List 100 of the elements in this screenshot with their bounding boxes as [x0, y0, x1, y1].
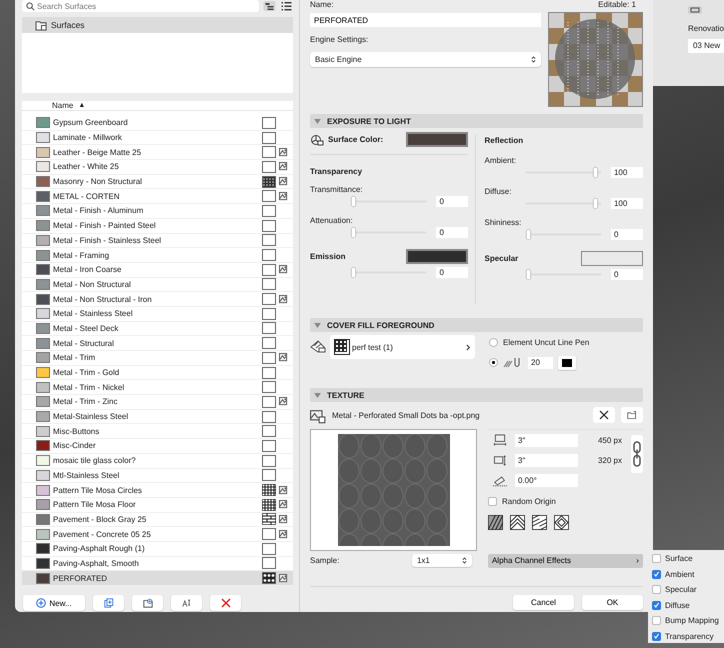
surface-row[interactable]: METAL - CORTEN	[22, 189, 293, 204]
surface-row[interactable]: Misc-Cinder	[22, 439, 293, 454]
slider-thumb[interactable]	[351, 196, 356, 206]
surface-row[interactable]: Pavement - Concrete 05 25	[22, 527, 293, 542]
surface-row[interactable]: Mtl-Stainless Steel	[22, 468, 293, 484]
surface-row[interactable]: Metal - Trim - Zinc	[22, 395, 293, 410]
radio-button[interactable]	[489, 338, 498, 347]
value-field[interactable]: 0	[610, 268, 643, 280]
surface-row[interactable]: Metal - Trim - Gold	[22, 366, 293, 380]
surface-row[interactable]: Metal - Non Structural - Iron	[22, 292, 293, 307]
checkbox[interactable]	[652, 554, 661, 564]
delete-button[interactable]	[210, 595, 241, 611]
surface-row[interactable]: mosaic tile glass color?	[22, 454, 293, 468]
alpha-channel-button[interactable]: Alpha Channel Effects ›	[488, 554, 643, 568]
column-header[interactable]: Name	[52, 101, 74, 110]
open-texture-button[interactable]	[620, 407, 643, 423]
checkbox[interactable]	[652, 570, 661, 579]
engine-select[interactable]: Basic Engine	[310, 52, 541, 67]
surface-color-button[interactable]	[406, 132, 468, 147]
surface-row[interactable]: Metal - Finish - Stainless Steel	[22, 234, 293, 248]
angle-field[interactable]: 0.00°	[515, 474, 578, 487]
dialog-button[interactable]: Cancel	[512, 595, 574, 610]
mirror-option-icon[interactable]	[554, 515, 569, 530]
value-field[interactable]: 0	[610, 228, 643, 240]
surface-row[interactable]: Leather - Beige Matte 25	[22, 145, 293, 160]
text-cursor-icon	[182, 598, 192, 608]
surface-row[interactable]: Metal - Steel Deck	[22, 322, 293, 336]
surface-row[interactable]: Pattern Tile Mosa Floor	[22, 498, 293, 513]
surface-row[interactable]: Paving-Asphalt Rough (1)	[22, 542, 293, 557]
checkbox[interactable]	[652, 585, 661, 594]
mirror-option-icon[interactable]	[510, 515, 525, 530]
surface-row[interactable]: Metal - Finish - Aluminum	[22, 204, 293, 219]
mirror-option-icon[interactable]	[488, 515, 503, 530]
name-field[interactable]: PERFORATED	[310, 13, 541, 27]
value-field[interactable]: 0	[436, 226, 468, 238]
rename-button[interactable]	[171, 595, 202, 611]
height-field[interactable]: 3"	[515, 454, 578, 467]
sample-select[interactable]: 1x1	[412, 554, 472, 567]
pen-number-field[interactable]: 20	[528, 356, 553, 368]
emission-color-button[interactable]	[406, 249, 468, 264]
surface-row[interactable]: Metal - Trim	[22, 351, 293, 366]
surface-row[interactable]: Pavement - Block Gray 25	[22, 512, 293, 528]
menu-item[interactable]: Bump Mapping	[652, 614, 724, 628]
import-button[interactable]	[132, 595, 163, 611]
section-header[interactable]: TEXTURE	[310, 388, 643, 402]
surface-row[interactable]: Misc-Buttons	[22, 424, 293, 440]
duplicate-button[interactable]	[93, 595, 124, 611]
slider-thumb[interactable]	[351, 266, 356, 278]
surface-row[interactable]: Metal - Finish - Painted Steel	[22, 218, 293, 234]
surface-row[interactable]: Metal - Framing	[22, 248, 293, 263]
value-field[interactable]: 0	[436, 196, 468, 206]
mirror-option-icon[interactable]	[532, 515, 547, 530]
slider-thumb[interactable]	[592, 198, 598, 208]
list-view-icon[interactable]	[280, 1, 293, 11]
surface-row[interactable]: Metal - Stainless Steel	[22, 306, 293, 322]
height-pixels: 320 px	[596, 456, 622, 465]
value-field[interactable]: 100	[610, 166, 643, 178]
tree-view-icon[interactable]	[263, 1, 276, 11]
surface-row[interactable]: Metal - Structural	[22, 336, 293, 351]
slider-thumb[interactable]	[526, 228, 531, 240]
section-header[interactable]: EXPOSURE TO LIGHT	[310, 114, 643, 128]
toolbar-icon[interactable]	[688, 6, 702, 14]
surface-row[interactable]: Metal - Iron Coarse	[22, 262, 293, 278]
menu-item[interactable]: Diffuse	[652, 598, 724, 612]
width-field[interactable]: 3"	[515, 434, 578, 447]
surface-row[interactable]: Masonry - Non Structural	[22, 174, 293, 190]
slider-thumb[interactable]	[526, 268, 531, 280]
surface-row[interactable]: Metal-Stainless Steel	[22, 410, 293, 424]
slider-thumb[interactable]	[351, 226, 356, 238]
search-field[interactable]: Search Surfaces	[22, 0, 259, 12]
specular-color-button[interactable]	[580, 251, 643, 266]
menu-item[interactable]: Surface	[652, 552, 724, 566]
renovation-field[interactable]: 03 New	[688, 39, 724, 53]
surface-row[interactable]: Metal - Non Structural	[22, 278, 293, 292]
surface-row[interactable]: Pattern Tile Mosa Circles	[22, 483, 293, 498]
checkbox[interactable]	[652, 616, 661, 626]
checkbox[interactable]	[488, 497, 497, 506]
section-header[interactable]: COVER FILL FOREGROUND	[310, 318, 643, 332]
menu-item[interactable]: Ambient	[652, 568, 724, 581]
folder-item[interactable]: Surfaces	[22, 17, 293, 33]
chain-link-icon[interactable]	[630, 435, 643, 473]
menu-item[interactable]: Specular	[652, 583, 724, 596]
surface-row[interactable]: Laminate - Millwork	[22, 130, 293, 146]
fill-selector-button[interactable]: perf test (1)	[330, 335, 475, 359]
pen-color-button[interactable]	[558, 356, 576, 370]
surface-row[interactable]: Metal - Trim - Nickel	[22, 380, 293, 396]
checkbox[interactable]	[652, 632, 661, 641]
value-field[interactable]: 0	[436, 266, 468, 278]
slider-thumb[interactable]	[592, 166, 598, 178]
surface-row[interactable]: Leather - White 25	[22, 160, 293, 175]
plus-icon	[36, 598, 46, 608]
surface-row[interactable]: PERFORATED	[22, 571, 293, 586]
menu-item[interactable]: Transparency	[652, 630, 724, 643]
checkbox[interactable]	[652, 600, 661, 610]
surface-row[interactable]: Gypsum Greenboard	[22, 116, 293, 131]
radio-button[interactable]	[489, 358, 498, 367]
value-field[interactable]: 100	[610, 198, 643, 208]
dialog-button[interactable]: OK	[582, 595, 643, 610]
new-button[interactable]: New...	[23, 595, 85, 611]
remove-texture-button[interactable]	[592, 407, 615, 423]
